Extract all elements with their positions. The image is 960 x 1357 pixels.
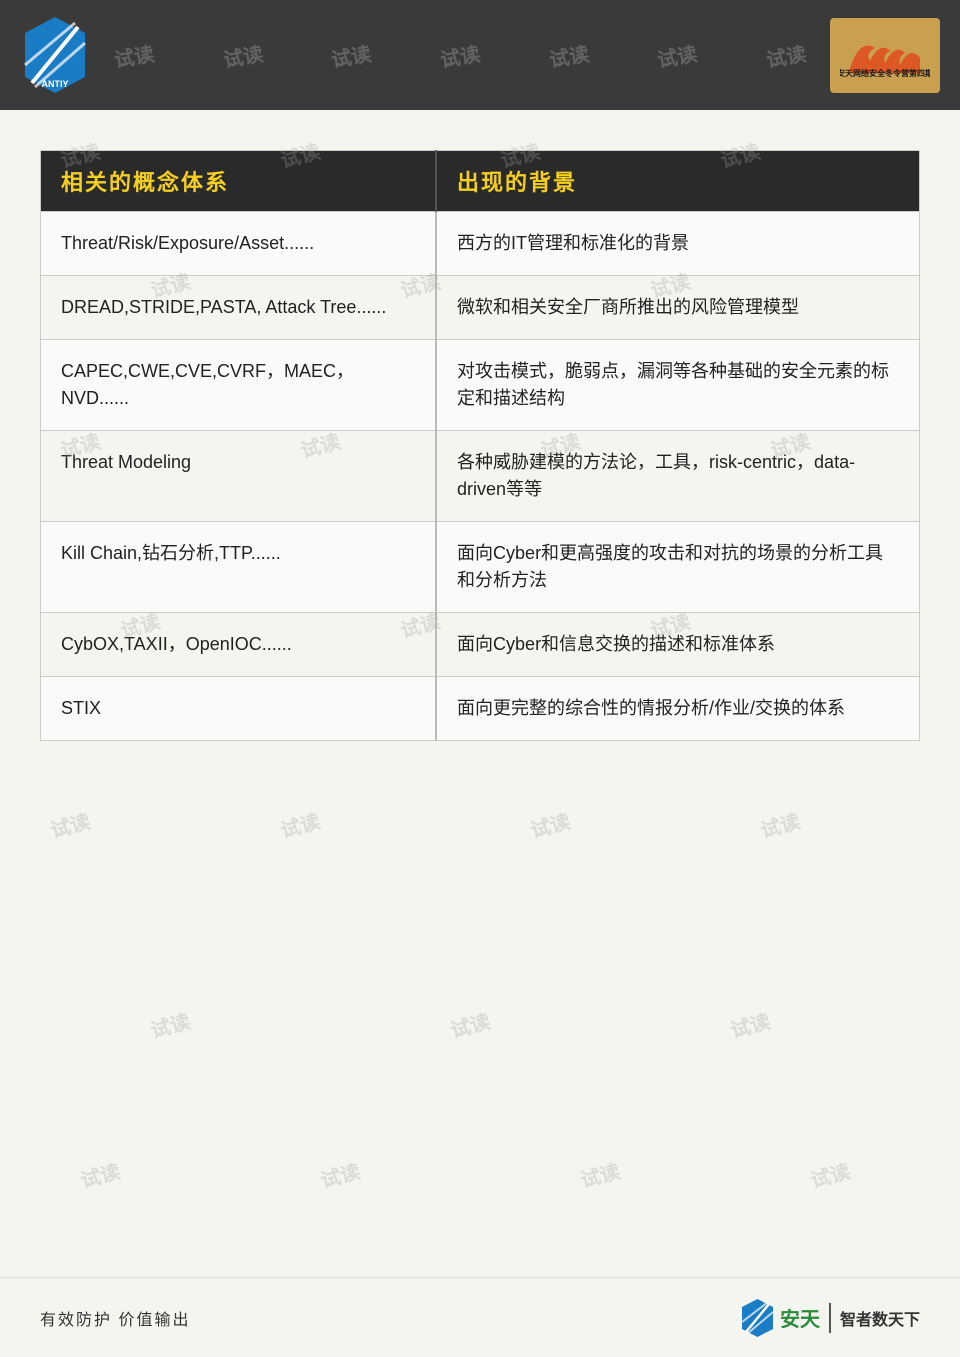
header-watermark: 试读 — [546, 37, 590, 73]
footer-logo: 安天 智者数天下 — [740, 1298, 920, 1338]
table-cell-col2: 面向Cyber和更高强度的攻击和对抗的场景的分析工具和分析方法 — [436, 522, 919, 613]
table-cell-col2: 对攻击模式，脆弱点，漏洞等各种基础的安全元素的标定和描述结构 — [436, 340, 919, 431]
header-watermark: 试读 — [112, 37, 156, 73]
table-row: Threat Modeling各种威胁建模的方法论，工具，risk-centri… — [41, 431, 920, 522]
col1-header: 相关的概念体系 — [41, 151, 437, 212]
footer-logo-divider — [829, 1303, 831, 1333]
header-logo: ANTIY — [20, 15, 90, 95]
table-cell-col1: Threat/Risk/Exposure/Asset...... — [41, 212, 437, 276]
table-row: CAPEC,CWE,CVE,CVRF，MAEC，NVD......对攻击模式，脆… — [41, 340, 920, 431]
table-cell-col1: CAPEC,CWE,CVE,CVRF，MAEC，NVD...... — [41, 340, 437, 431]
table-cell-col2: 微软和相关安全厂商所推出的风险管理模型 — [436, 276, 919, 340]
table-row: DREAD,STRIDE,PASTA, Attack Tree......微软和… — [41, 276, 920, 340]
table-cell-col2: 各种威胁建模的方法论，工具，risk-centric，data-driven等等 — [436, 431, 919, 522]
table-header-row: 相关的概念体系 出现的背景 — [41, 151, 920, 212]
table-row: STIX面向更完整的综合性的情报分析/作业/交换的体系 — [41, 677, 920, 741]
header-watermarks: 试读 试读 试读 试读 试读 试读 试读 — [80, 0, 840, 110]
header-watermark: 试读 — [438, 37, 482, 73]
antiy-logo-icon: ANTIY — [20, 15, 90, 95]
col1-header-text: 相关的概念体系 — [61, 170, 229, 195]
table-cell-col1: CybOX,TAXII，OpenIOC...... — [41, 613, 437, 677]
header-watermark: 试读 — [221, 37, 265, 73]
header-right-logo: 安天网络安全冬令营第四期 — [830, 18, 940, 93]
concept-table: 相关的概念体系 出现的背景 Threat/Risk/Exposure/Asset… — [40, 150, 920, 741]
table-cell-col2: 面向Cyber和信息交换的描述和标准体系 — [436, 613, 919, 677]
svg-text:ANTIY: ANTIY — [42, 79, 69, 89]
header-watermark: 试读 — [329, 37, 373, 73]
table-cell-col1: Threat Modeling — [41, 431, 437, 522]
footer-antiy-icon — [740, 1298, 775, 1338]
col2-header-text: 出现的背景 — [457, 170, 577, 195]
table-cell-col1: DREAD,STRIDE,PASTA, Attack Tree...... — [41, 276, 437, 340]
table-row: Kill Chain,钻石分析,TTP......面向Cyber和更高强度的攻击… — [41, 522, 920, 613]
svg-text:安天网络安全冬令营第四期: 安天网络安全冬令营第四期 — [840, 68, 930, 78]
table-cell-col1: Kill Chain,钻石分析,TTP...... — [41, 522, 437, 613]
table-row: CybOX,TAXII，OpenIOC......面向Cyber和信息交换的描述… — [41, 613, 920, 677]
table-cell-col1: STIX — [41, 677, 437, 741]
footer-tagline: 有效防护 价值输出 — [40, 1306, 190, 1330]
table-row: Threat/Risk/Exposure/Asset......西方的IT管理和… — [41, 212, 920, 276]
footer-logo-text: 安天 智者数天下 — [780, 1303, 920, 1333]
col2-header: 出现的背景 — [436, 151, 919, 212]
footer: 有效防护 价值输出 安天 智者数天下 — [0, 1277, 960, 1357]
table-cell-col2: 西方的IT管理和标准化的背景 — [436, 212, 919, 276]
footer-logo-cn: 安天 — [780, 1303, 820, 1332]
main-content: 相关的概念体系 出现的背景 Threat/Risk/Exposure/Asset… — [0, 110, 960, 1290]
table-cell-col2: 面向更完整的综合性的情报分析/作业/交换的体系 — [436, 677, 919, 741]
footer-logo-right: 智者数天下 — [840, 1306, 920, 1330]
header-watermark: 试读 — [763, 37, 807, 73]
header-watermark: 试读 — [655, 37, 699, 73]
header: ANTIY 试读 试读 试读 试读 试读 试读 试读 安天网络安全冬令营第四期 — [0, 0, 960, 110]
